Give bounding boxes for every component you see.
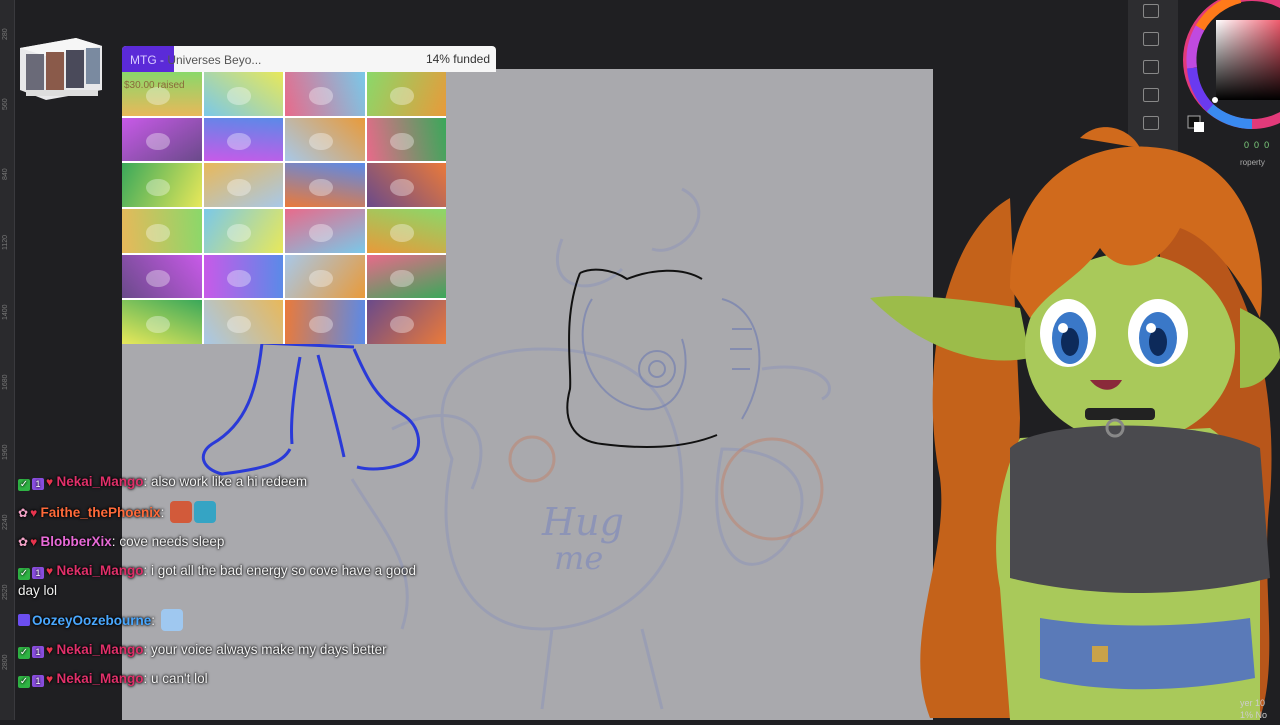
chat-separator: : — [143, 563, 152, 578]
flower-badge-icon: ✿ — [18, 535, 29, 549]
chat-message: ✓ 1 ♥ Nekai_Mango: your voice always make … — [18, 640, 438, 660]
chat-text: cove needs sleep — [119, 534, 225, 549]
check-badge-icon: ✓ — [18, 479, 30, 491]
mosaic-tile — [122, 163, 202, 207]
chat-emote-icon — [194, 501, 217, 523]
chat-text: also work like a hi redeem — [151, 474, 308, 489]
funding-goal-widget: MTG - Universes Beyo... 14% funded — [122, 46, 496, 72]
ruler-tick: 1960 — [2, 444, 9, 460]
chat-message: ✿ ♥ BlobberXix: cove needs sleep — [18, 532, 438, 552]
tier-badge-icon: 1 — [32, 675, 44, 687]
mosaic-tile — [285, 163, 365, 207]
chat-emote-icon — [170, 501, 193, 523]
ruler-tick: 1120 — [2, 234, 9, 250]
folder-icon[interactable] — [1143, 60, 1159, 74]
chat-separator: : — [143, 474, 152, 489]
product-box-image — [16, 28, 104, 102]
chat-username: BlobberXix — [40, 534, 112, 549]
check-badge-icon: ✓ — [18, 647, 30, 659]
mosaic-tile — [285, 254, 365, 299]
heart-badge-icon: ♥ — [46, 564, 57, 578]
check-badge-icon: ✓ — [18, 568, 30, 580]
mosaic-tile — [366, 209, 446, 253]
chat-username: Nekai_Mango — [56, 474, 144, 489]
mosaic-tile — [285, 72, 365, 116]
mosaic-tile — [203, 209, 283, 253]
mosaic-tile — [366, 72, 446, 116]
tier-badge-icon: 1 — [32, 567, 44, 579]
chat-text: your voice always make my days better — [151, 642, 387, 657]
mosaic-tile — [285, 209, 365, 253]
ruler-tick: 2240 — [2, 514, 9, 530]
ruler-tick: 840 — [2, 168, 9, 180]
mosaic-tile — [366, 300, 446, 344]
mosaic-tile — [366, 163, 446, 207]
heart-badge-icon: ♥ — [46, 475, 57, 489]
chat-separator: : — [143, 671, 152, 686]
blend-label: 1% No — [1240, 710, 1268, 720]
chat-text: u can't lol — [151, 671, 208, 686]
heart-badge-icon: ♥ — [30, 535, 41, 549]
chat-emote-icon — [160, 609, 183, 631]
chat-username: Nekai_Mango — [56, 671, 144, 686]
chat-separator: : — [160, 505, 169, 520]
chat-username: Faithe_thePhoenix — [40, 505, 161, 520]
ruler-tick: 560 — [2, 98, 9, 110]
chat-username: OozeyOozebourne — [32, 613, 152, 628]
camera-icon[interactable] — [1143, 88, 1159, 102]
tier-badge-icon: 1 — [32, 478, 44, 490]
goal-raised-amount: $30.00 raised — [124, 80, 185, 91]
sketch-text-me: me — [554, 539, 603, 577]
image-mosaic — [122, 72, 446, 344]
chat-username: Nekai_Mango — [56, 563, 144, 578]
sketch-text-hug: Hug — [541, 500, 624, 544]
mosaic-tile — [366, 254, 446, 299]
vtuber-avatar — [860, 118, 1280, 720]
mosaic-tile — [203, 254, 283, 299]
chat-separator: : — [143, 642, 152, 657]
chat-separator: : — [151, 613, 159, 628]
mosaic-tile — [203, 72, 283, 116]
flower-badge-icon: ✿ — [18, 506, 29, 520]
mosaic-tile — [122, 254, 202, 299]
mosaic-tile — [122, 117, 202, 162]
ruler-tick: 1400 — [2, 304, 9, 320]
ruler-tick: 1680 — [2, 374, 9, 390]
layer-label: yer 10 — [1240, 698, 1266, 708]
tier-badge-icon: 1 — [32, 646, 44, 658]
heart-badge-icon: ♥ — [46, 643, 57, 657]
platform-badge-icon — [18, 614, 30, 626]
chat-message: ✓ 1 ♥ Nekai_Mango: also work like a hi red… — [18, 472, 438, 492]
ruler-tick: 2520 — [2, 584, 9, 600]
chat-username: Nekai_Mango — [56, 642, 144, 657]
mosaic-tile — [203, 300, 283, 344]
mosaic-tile — [122, 209, 202, 253]
heart-badge-icon: ♥ — [30, 506, 41, 520]
heart-badge-icon: ♥ — [46, 672, 57, 686]
chat-message: ✓ 1 ♥ Nekai_Mango: u can't lol — [18, 669, 438, 689]
color-wheel[interactable] — [1180, 0, 1280, 136]
mosaic-tile — [122, 300, 202, 344]
chat-message: ✿ ♥ Faithe_thePhoenix: — [18, 501, 438, 523]
ruler-tick: 2800 — [2, 654, 9, 670]
mosaic-tile — [122, 72, 202, 116]
mosaic-tile — [285, 300, 365, 344]
vertical-ruler: 280 560 840 1120 1400 1680 1960 2240 2520 2800 — [0, 0, 15, 720]
chat-overlay: ✓ 1 ♥ Nekai_Mango: also work like a hi red… — [18, 472, 438, 698]
mosaic-tile — [203, 117, 283, 162]
ruler-tick: 280 — [2, 28, 9, 40]
mosaic-tile — [285, 117, 365, 162]
layer-icon[interactable] — [1143, 4, 1159, 18]
mosaic-tile — [366, 117, 446, 162]
add-layer-icon[interactable] — [1143, 32, 1159, 46]
check-badge-icon: ✓ — [18, 676, 30, 688]
chat-message: ✓ 1 ♥ Nekai_Mango: i got all the bad energ… — [18, 561, 438, 600]
mosaic-tile — [203, 163, 283, 207]
chat-message: OozeyOozebourne: — [18, 609, 438, 631]
goal-percent: 14% funded — [425, 52, 490, 66]
goal-title: MTG - Universes Beyo... — [130, 53, 262, 67]
